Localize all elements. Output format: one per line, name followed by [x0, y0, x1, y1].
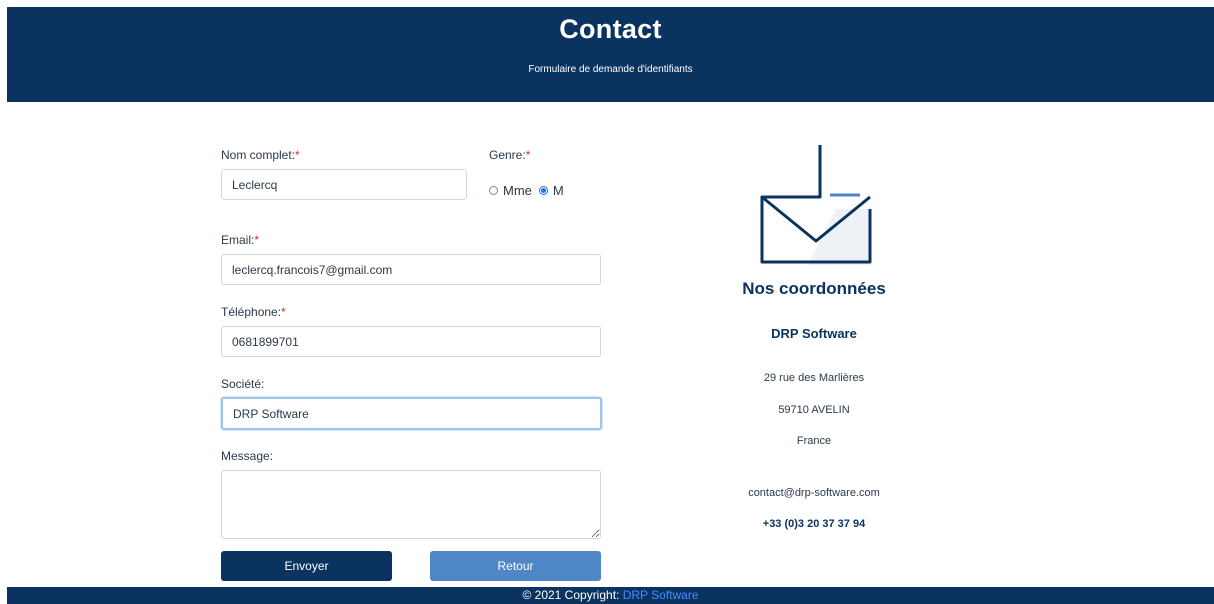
required-marker: * [525, 148, 531, 162]
phone-label-text: Téléphone: [221, 305, 282, 319]
gender-radio-group: Mme M [489, 183, 571, 198]
page-subtitle: Formulaire de demande d'identifiants [528, 64, 693, 75]
phone-label: Téléphone:* [221, 305, 286, 319]
required-marker: * [295, 148, 300, 162]
gender-option-m-label[interactable]: M [553, 183, 564, 198]
contact-address-line1: 29 rue des Marlières [763, 372, 865, 384]
gender-option-mme-label[interactable]: Mme [503, 183, 532, 198]
contact-title: Nos coordonnées [742, 279, 886, 298]
email-label: Email:* [221, 233, 259, 247]
phone-field[interactable] [221, 326, 601, 357]
gender-label-text: Genre: [489, 148, 526, 162]
message-label: Message: [221, 449, 273, 463]
company-label: Société: [221, 377, 264, 391]
name-field[interactable] [221, 169, 467, 200]
required-marker: * [281, 305, 286, 319]
message-label-text: Message: [221, 449, 274, 463]
gender-label: Genre:* [489, 148, 530, 162]
company-field[interactable] [221, 397, 602, 430]
gender-radio-mme[interactable] [489, 186, 498, 195]
gender-radio-m[interactable] [538, 186, 548, 195]
contact-address-line2: 59710 AVELIN [778, 404, 850, 416]
submit-button[interactable]: Envoyer [221, 551, 392, 581]
contact-company: DRP Software [771, 326, 857, 341]
mail-inbox-icon [760, 145, 872, 265]
page-footer: © 2021 Copyright: DRP Software [7, 587, 1214, 604]
submit-button-label: Envoyer [284, 559, 329, 573]
name-label: Nom complet:* [221, 148, 300, 162]
email-field[interactable] [221, 254, 601, 285]
email-label-text: Email: [221, 233, 255, 247]
required-marker: * [254, 233, 260, 247]
message-textarea[interactable] [221, 470, 601, 539]
footer-link[interactable]: DRP Software [623, 588, 699, 602]
company-label-text: Société: [221, 377, 265, 391]
contact-country: France [796, 435, 832, 447]
page-title: Contact [559, 14, 662, 44]
contact-email[interactable]: contact@drp-software.com [700, 487, 928, 499]
name-label-text: Nom complet: [221, 148, 296, 162]
back-button-label: Retour [497, 559, 534, 573]
footer-copyright: © 2021 Copyright: [522, 588, 623, 602]
page-header: Contact Formulaire de demande d'identifi… [7, 7, 1214, 102]
contact-phone: +33 (0)3 20 37 37 94 [762, 518, 866, 530]
back-button[interactable]: Retour [430, 551, 601, 581]
